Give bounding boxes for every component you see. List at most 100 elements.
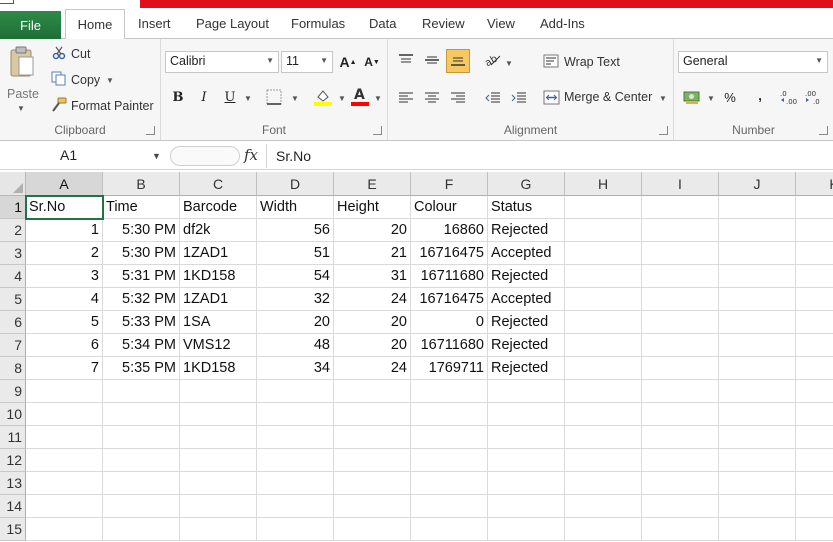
cell-b7[interactable]: 5:34 PM [103,334,180,357]
row-header-3[interactable]: 3 [0,242,26,265]
cell-j11[interactable] [719,426,796,449]
cell-e13[interactable] [334,472,411,495]
font-name-select[interactable]: Calibri ▼ [165,51,279,73]
tab-home[interactable]: Home [65,9,125,40]
cell-a1[interactable]: Sr.No [25,195,104,220]
tab-file[interactable]: File [0,11,61,39]
cell-j10[interactable] [719,403,796,426]
cell-j13[interactable] [719,472,796,495]
cell-k13[interactable] [796,472,833,495]
cell-g15[interactable] [488,518,565,541]
row-header-13[interactable]: 13 [0,472,26,495]
borders-dropdown-icon[interactable]: ▼ [291,94,299,103]
column-header-e[interactable]: E [334,172,411,196]
cell-g9[interactable] [488,380,565,403]
cell-i12[interactable] [642,449,719,472]
cell-i6[interactable] [642,311,719,334]
cell-h12[interactable] [565,449,642,472]
cell-k8[interactable] [796,357,833,380]
cell-d10[interactable] [257,403,334,426]
cell-b6[interactable]: 5:33 PM [103,311,180,334]
cell-h6[interactable] [565,311,642,334]
cell-f10[interactable] [411,403,488,426]
cell-f2[interactable]: 16860 [411,219,488,242]
cell-g14[interactable] [488,495,565,518]
row-header-11[interactable]: 11 [0,426,26,449]
cell-i10[interactable] [642,403,719,426]
cell-k3[interactable] [796,242,833,265]
tab-insert[interactable]: Insert [138,16,171,31]
decrease-indent-icon[interactable] [485,91,501,105]
cell-c8[interactable]: 1KD158 [180,357,257,380]
cell-j5[interactable] [719,288,796,311]
column-header-c[interactable]: C [180,172,257,196]
tab-data[interactable]: Data [369,16,396,31]
cell-b15[interactable] [103,518,180,541]
cell-d1[interactable]: Width [257,196,334,219]
cell-d14[interactable] [257,495,334,518]
cell-d15[interactable] [257,518,334,541]
number-dialog-launcher-icon[interactable] [819,126,828,135]
cell-f13[interactable] [411,472,488,495]
cell-b9[interactable] [103,380,180,403]
grow-font-button[interactable]: A ▲ [337,51,359,73]
row-header-7[interactable]: 7 [0,334,26,357]
cell-c1[interactable]: Barcode [180,196,257,219]
cell-c15[interactable] [180,518,257,541]
accounting-format-icon[interactable] [683,89,701,105]
cell-f4[interactable]: 16711680 [411,265,488,288]
shrink-font-button[interactable]: A ▼ [361,51,383,73]
cell-i13[interactable] [642,472,719,495]
name-box[interactable]: A1 ▼ [0,145,168,167]
cell-f14[interactable] [411,495,488,518]
cell-e9[interactable] [334,380,411,403]
cell-g5[interactable]: Accepted [488,288,565,311]
cell-e6[interactable]: 20 [334,311,411,334]
cell-e5[interactable]: 24 [334,288,411,311]
cell-f1[interactable]: Colour [411,196,488,219]
cell-a11[interactable] [26,426,103,449]
cell-e1[interactable]: Height [334,196,411,219]
cell-g3[interactable]: Accepted [488,242,565,265]
chevron-down-icon[interactable]: ▼ [152,151,161,161]
row-header-10[interactable]: 10 [0,403,26,426]
column-header-j[interactable]: J [719,172,796,196]
underline-button[interactable]: U [219,86,241,108]
merge-center-button[interactable]: Merge & Center [564,90,652,104]
cell-d4[interactable]: 54 [257,265,334,288]
cell-e15[interactable] [334,518,411,541]
font-color-dropdown-icon[interactable]: ▼ [374,94,382,103]
align-left-icon[interactable] [398,91,414,105]
clipboard-dialog-launcher-icon[interactable] [146,126,155,135]
cell-g11[interactable] [488,426,565,449]
top-align-icon[interactable] [398,53,414,67]
cell-a4[interactable]: 3 [26,265,103,288]
cell-b3[interactable]: 5:30 PM [103,242,180,265]
cell-j2[interactable] [719,219,796,242]
cell-k9[interactable] [796,380,833,403]
cell-d11[interactable] [257,426,334,449]
cell-i8[interactable] [642,357,719,380]
cell-a10[interactable] [26,403,103,426]
cell-k11[interactable] [796,426,833,449]
cell-b5[interactable]: 5:32 PM [103,288,180,311]
cell-b8[interactable]: 5:35 PM [103,357,180,380]
cell-d5[interactable]: 32 [257,288,334,311]
cell-a15[interactable] [26,518,103,541]
tab-add-ins[interactable]: Add-Ins [540,16,585,31]
fill-color-dropdown-icon[interactable]: ▼ [338,94,346,103]
paste-button[interactable]: Paste [7,87,39,101]
cell-e3[interactable]: 21 [334,242,411,265]
cell-i5[interactable] [642,288,719,311]
cut-button[interactable]: Cut [71,47,90,61]
middle-align-icon[interactable] [424,53,440,67]
cell-c5[interactable]: 1ZAD1 [180,288,257,311]
cell-h14[interactable] [565,495,642,518]
cell-b11[interactable] [103,426,180,449]
cell-c13[interactable] [180,472,257,495]
cell-h9[interactable] [565,380,642,403]
cell-h2[interactable] [565,219,642,242]
cell-e11[interactable] [334,426,411,449]
accounting-format-dropdown-icon[interactable]: ▼ [707,94,715,103]
row-header-4[interactable]: 4 [0,265,26,288]
